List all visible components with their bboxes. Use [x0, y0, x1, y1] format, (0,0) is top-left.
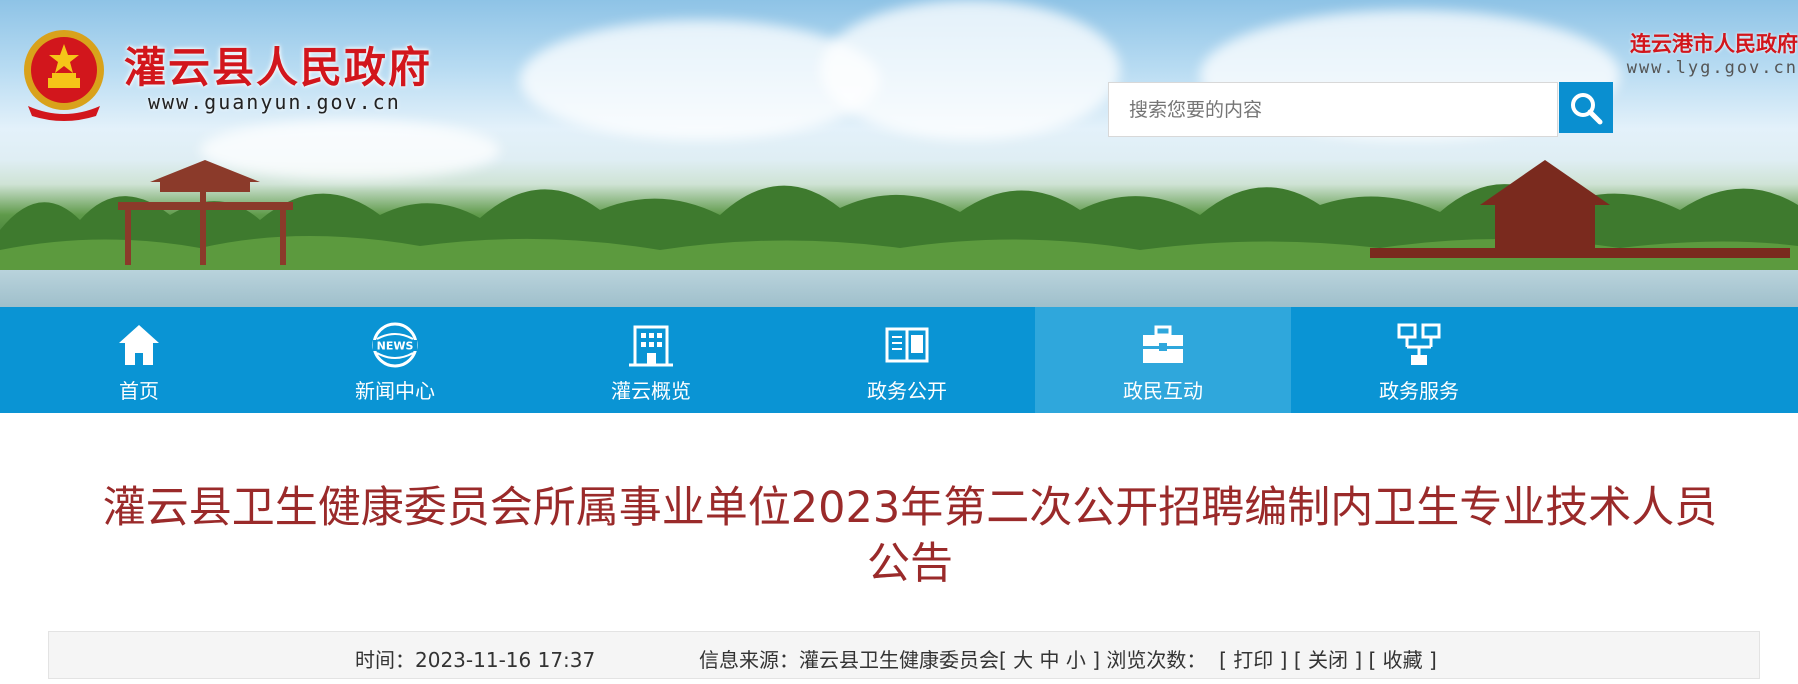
publish-time: 时间：2023-11-16 17:37 [355, 644, 595, 673]
print-button[interactable]: [ 打印 ] [1219, 648, 1287, 672]
nav-item-news[interactable]: NEWS 新闻中心 [267, 307, 523, 413]
nav-item-gov-affairs[interactable]: 政务公开 [779, 307, 1035, 413]
nav-label: 新闻中心 [355, 379, 435, 403]
nav-label: 政务服务 [1379, 379, 1459, 403]
briefcase-icon [1143, 325, 1183, 363]
close-button[interactable]: [ 关闭 ] [1294, 648, 1362, 672]
building-icon [629, 325, 673, 367]
nav-item-home[interactable]: 首页 [11, 307, 267, 413]
nav-label: 政民互动 [1123, 379, 1203, 403]
nav-label: 政务公开 [867, 379, 947, 403]
article-meta-bar: 时间：2023-11-16 17:37 信息来源：灌云县卫生健康委员会[ 大 中… [48, 631, 1760, 679]
font-size-open: [ [999, 648, 1007, 672]
nav-item-interaction[interactable]: 政民互动 [1035, 307, 1291, 413]
time-label: 时间： [355, 648, 415, 672]
font-size-large-button[interactable]: 大 [1013, 648, 1033, 672]
font-size-close: ] [1092, 648, 1101, 672]
news-icon: NEWS [372, 322, 418, 368]
header-banner: 灌云县人民政府 www.guanyun.gov.cn 连云港市人民政府 www.… [0, 0, 1798, 307]
article-title: 灌云县卫生健康委员会所属事业单位2023年第二次公开招聘编制内卫生专业技术人员 … [60, 480, 1760, 592]
lake [0, 270, 1798, 307]
article-title-line1: 灌云县卫生健康委员会所属事业单位2023年第二次公开招聘编制内卫生专业技术人员 [102, 483, 1718, 533]
nav-item-services[interactable]: 政务服务 [1291, 307, 1547, 413]
font-size-medium-button[interactable]: 中 [1040, 648, 1060, 672]
national-emblem-icon [24, 30, 104, 121]
views-label: 浏览次数： [1106, 648, 1207, 672]
site-url: www.guanyun.gov.cn [148, 90, 401, 114]
search-button[interactable] [1559, 82, 1613, 133]
book-icon [885, 327, 929, 363]
city-government-link[interactable]: 连云港市人民政府 [1630, 28, 1798, 58]
svg-text:NEWS: NEWS [377, 340, 414, 353]
source-value: 灌云县卫生健康委员会 [799, 648, 999, 672]
nav-label: 灌云概览 [611, 379, 691, 403]
favorite-button[interactable]: [ 收藏 ] [1369, 648, 1437, 672]
meta-info: 信息来源：灌云县卫生健康委员会[ 大 中 小 ] 浏览次数： [ 打印 ] [ … [699, 644, 1437, 673]
main-nav: 首页 NEWS 新闻中心 灌云概览 政务公开 政民互动 政务服务 [0, 307, 1798, 413]
search-input[interactable] [1108, 82, 1558, 137]
network-icon [1397, 323, 1441, 365]
home-icon [119, 325, 159, 365]
landscape-illustration [0, 160, 1798, 280]
search-icon [1571, 92, 1603, 124]
source-label: 信息来源： [699, 648, 799, 672]
time-value: 2023-11-16 17:37 [415, 648, 596, 672]
article-title-line2: 公告 [867, 539, 953, 589]
nav-item-overview[interactable]: 灌云概览 [523, 307, 779, 413]
nav-label: 首页 [119, 379, 159, 403]
font-size-small-button[interactable]: 小 [1066, 648, 1086, 672]
city-government-url: www.lyg.gov.cn [1626, 58, 1798, 78]
site-name[interactable]: 灌云县人民政府 [124, 34, 432, 95]
